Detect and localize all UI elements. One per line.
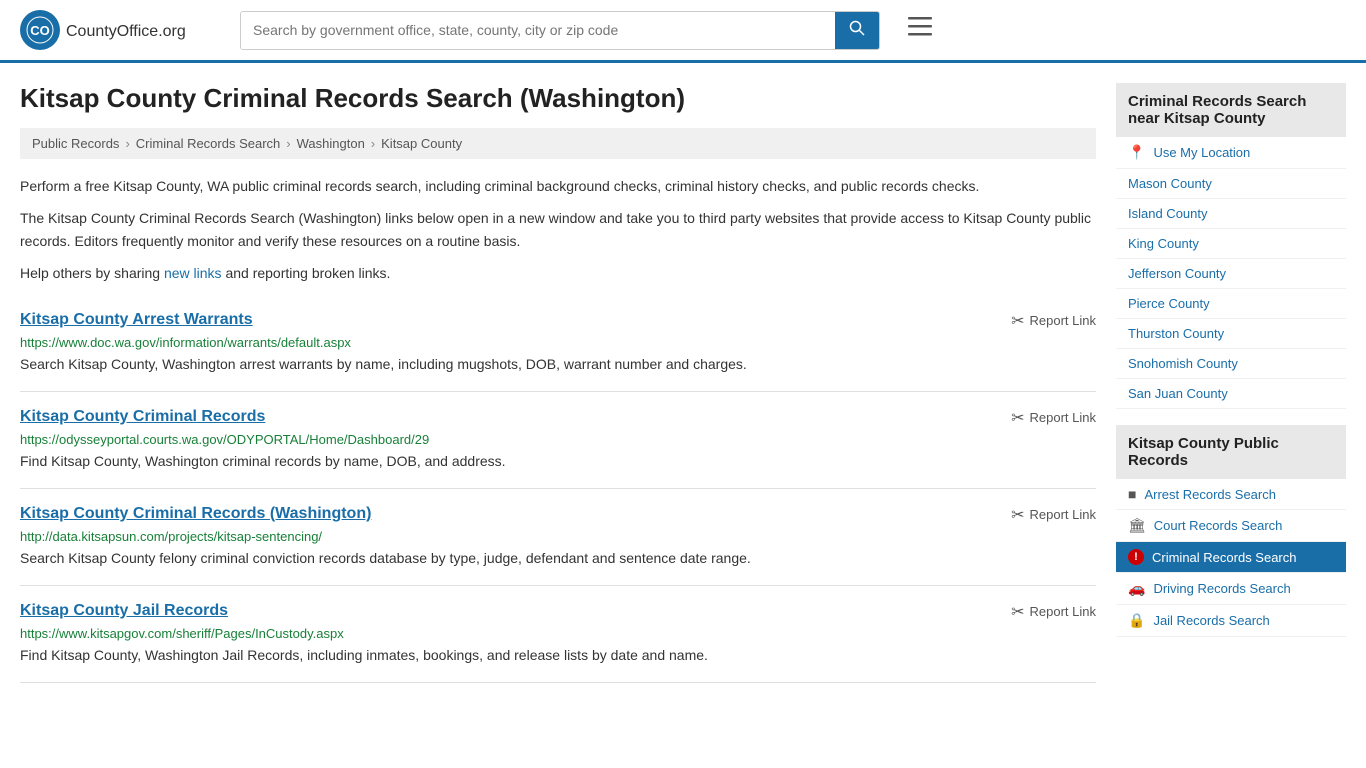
arrest-records-icon: ■ bbox=[1128, 486, 1136, 502]
logo[interactable]: CO CountyOffice.org bbox=[20, 10, 220, 50]
sidebar-county-5[interactable]: Thurston County bbox=[1116, 319, 1346, 349]
sidebar-criminal-records[interactable]: ! Criminal Records Search bbox=[1116, 542, 1346, 573]
result-url-2: https://odysseyportal.courts.wa.gov/ODYP… bbox=[20, 432, 1096, 447]
sidebar-nearby-header: Criminal Records Search near Kitsap Coun… bbox=[1116, 83, 1346, 137]
breadcrumb: Public Records › Criminal Records Search… bbox=[20, 128, 1096, 159]
new-links-link[interactable]: new links bbox=[164, 265, 222, 281]
criminal-records-icon: ! bbox=[1128, 549, 1144, 565]
main-content: Kitsap County Criminal Records Search (W… bbox=[20, 83, 1096, 683]
breadcrumb-kitsap[interactable]: Kitsap County bbox=[381, 136, 462, 151]
sidebar-nearby-section: Criminal Records Search near Kitsap Coun… bbox=[1116, 83, 1346, 409]
report-link-2[interactable]: ✂ Report Link bbox=[1011, 408, 1096, 428]
logo-icon: CO bbox=[20, 10, 60, 50]
court-records-icon: 🏛 bbox=[1128, 517, 1146, 534]
result-desc-4: Find Kitsap County, Washington Jail Reco… bbox=[20, 645, 1096, 666]
sidebar: Criminal Records Search near Kitsap Coun… bbox=[1116, 83, 1346, 683]
results-list: Kitsap County Arrest Warrants ✂ Report L… bbox=[20, 295, 1096, 683]
driving-records-icon: 🚗 bbox=[1128, 580, 1145, 597]
sidebar-county-7[interactable]: San Juan County bbox=[1116, 379, 1346, 409]
sidebar-public-records-header: Kitsap County Public Records bbox=[1116, 425, 1346, 479]
search-bar bbox=[240, 11, 880, 50]
result-desc-2: Find Kitsap County, Washington criminal … bbox=[20, 451, 1096, 472]
result-url-3: http://data.kitsapsun.com/projects/kitsa… bbox=[20, 529, 1096, 544]
result-title-4[interactable]: Kitsap County Jail Records bbox=[20, 602, 228, 620]
svg-text:CO: CO bbox=[30, 23, 50, 38]
report-icon-4: ✂ bbox=[1011, 602, 1024, 622]
report-link-4[interactable]: ✂ Report Link bbox=[1011, 602, 1096, 622]
report-link-1[interactable]: ✂ Report Link bbox=[1011, 311, 1096, 331]
breadcrumb-criminal-records[interactable]: Criminal Records Search bbox=[136, 136, 281, 151]
result-title-3[interactable]: Kitsap County Criminal Records (Washingt… bbox=[20, 505, 371, 523]
result-url-4: https://www.kitsapgov.com/sheriff/Pages/… bbox=[20, 626, 1096, 641]
sidebar-county-0[interactable]: Mason County bbox=[1116, 169, 1346, 199]
result-title-2[interactable]: Kitsap County Criminal Records bbox=[20, 408, 265, 426]
search-input[interactable] bbox=[241, 12, 835, 49]
description-1: Perform a free Kitsap County, WA public … bbox=[20, 175, 1096, 197]
result-url-1: https://www.doc.wa.gov/information/warra… bbox=[20, 335, 1096, 350]
description-2: The Kitsap County Criminal Records Searc… bbox=[20, 207, 1096, 252]
sidebar-use-my-location[interactable]: 📍 Use My Location bbox=[1116, 137, 1346, 169]
sidebar-county-6[interactable]: Snohomish County bbox=[1116, 349, 1346, 379]
jail-records-icon: 🔒 bbox=[1128, 612, 1145, 629]
report-icon-3: ✂ bbox=[1011, 505, 1024, 525]
result-card-1: Kitsap County Arrest Warrants ✂ Report L… bbox=[20, 295, 1096, 392]
description-3: Help others by sharing new links and rep… bbox=[20, 262, 1096, 284]
menu-button[interactable] bbox=[900, 13, 940, 47]
page-title: Kitsap County Criminal Records Search (W… bbox=[20, 83, 1096, 114]
result-card-4: Kitsap County Jail Records ✂ Report Link… bbox=[20, 586, 1096, 683]
result-desc-1: Search Kitsap County, Washington arrest … bbox=[20, 354, 1096, 375]
sidebar-public-records-section: Kitsap County Public Records ■ Arrest Re… bbox=[1116, 425, 1346, 637]
result-card-2: Kitsap County Criminal Records ✂ Report … bbox=[20, 392, 1096, 489]
sidebar-jail-records[interactable]: 🔒 Jail Records Search bbox=[1116, 605, 1346, 637]
search-button[interactable] bbox=[835, 12, 879, 49]
result-title-1[interactable]: Kitsap County Arrest Warrants bbox=[20, 311, 253, 329]
breadcrumb-public-records[interactable]: Public Records bbox=[32, 136, 119, 151]
sidebar-arrest-records[interactable]: ■ Arrest Records Search bbox=[1116, 479, 1346, 510]
sidebar-court-records[interactable]: 🏛 Court Records Search bbox=[1116, 510, 1346, 542]
logo-text: CountyOffice.org bbox=[66, 19, 186, 42]
sidebar-county-3[interactable]: Jefferson County bbox=[1116, 259, 1346, 289]
result-desc-3: Search Kitsap County felony criminal con… bbox=[20, 548, 1096, 569]
sidebar-county-2[interactable]: King County bbox=[1116, 229, 1346, 259]
sidebar-county-1[interactable]: Island County bbox=[1116, 199, 1346, 229]
location-icon: 📍 bbox=[1128, 144, 1145, 161]
report-icon-2: ✂ bbox=[1011, 408, 1024, 428]
main-container: Kitsap County Criminal Records Search (W… bbox=[0, 63, 1366, 683]
report-icon-1: ✂ bbox=[1011, 311, 1024, 331]
breadcrumb-washington[interactable]: Washington bbox=[297, 136, 365, 151]
sidebar-driving-records[interactable]: 🚗 Driving Records Search bbox=[1116, 573, 1346, 605]
page-header: CO CountyOffice.org bbox=[0, 0, 1366, 63]
sidebar-county-4[interactable]: Pierce County bbox=[1116, 289, 1346, 319]
result-card-3: Kitsap County Criminal Records (Washingt… bbox=[20, 489, 1096, 586]
report-link-3[interactable]: ✂ Report Link bbox=[1011, 505, 1096, 525]
